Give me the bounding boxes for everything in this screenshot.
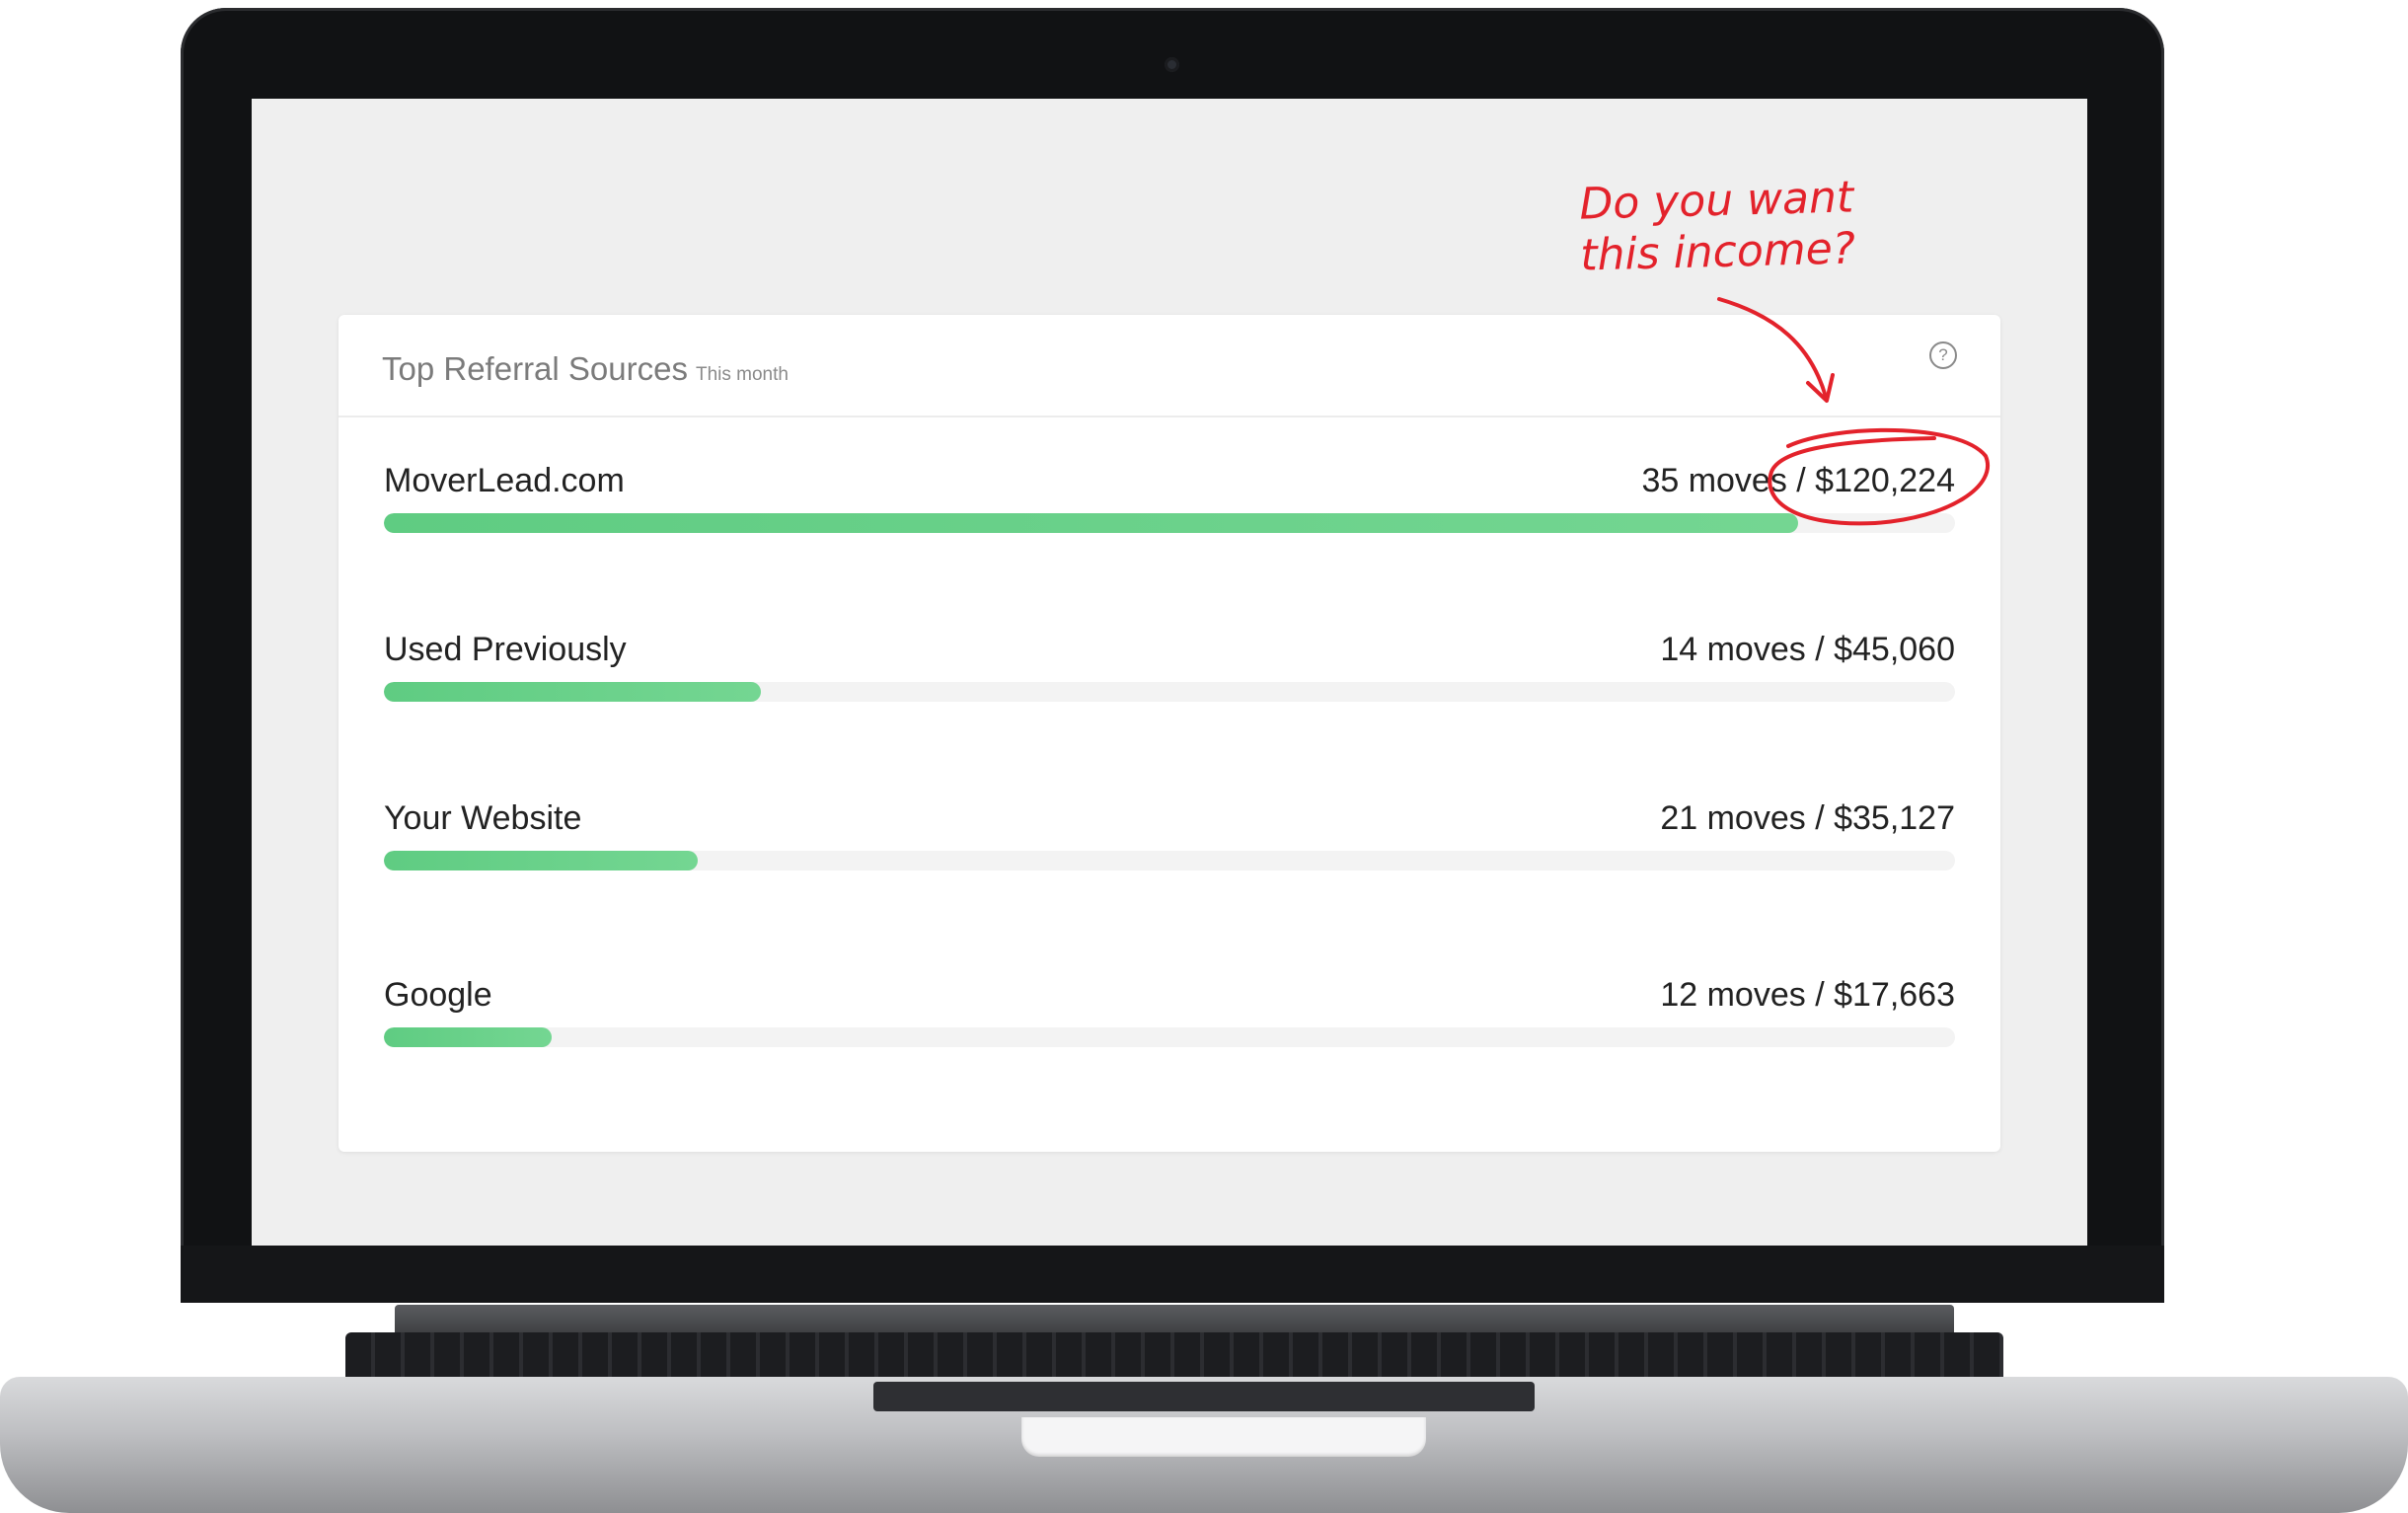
annotation-circle [1768,427,1990,526]
annotation-overlay [1717,297,1990,526]
